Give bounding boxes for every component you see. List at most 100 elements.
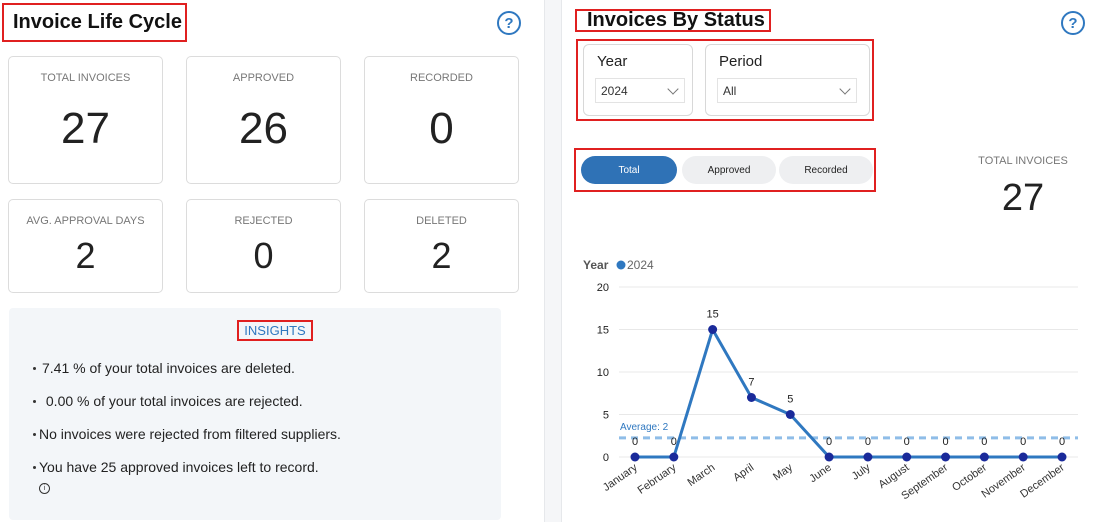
stat-label: APPROVED: [232, 72, 295, 84]
y-tick-label: 20: [597, 282, 609, 294]
data-point[interactable]: [669, 452, 679, 462]
data-label: 0: [904, 436, 910, 448]
y-tick-label: 10: [597, 367, 609, 379]
bullet-icon: [33, 432, 36, 436]
data-point[interactable]: [1018, 452, 1028, 462]
invoice-life-cycle-title: Invoice Life Cycle: [2, 3, 187, 42]
data-label: 7: [748, 377, 754, 389]
status-toggle-group: Total Approved Recorded: [574, 148, 876, 192]
data-label: 15: [707, 309, 719, 321]
stat-value: 2: [75, 235, 96, 276]
stat-label: AVG. APPROVAL DAYS: [26, 215, 145, 227]
x-tick-label: April: [731, 462, 756, 484]
period-select-value: All: [723, 83, 737, 98]
data-point[interactable]: [979, 452, 989, 462]
y-tick-label: 5: [603, 410, 609, 422]
data-label: 5: [787, 394, 793, 406]
insight-text: No invoices were rejected from filtered …: [39, 426, 341, 442]
data-label: 0: [981, 436, 987, 448]
stat-label: TOTAL INVOICES: [40, 72, 131, 84]
help-icon[interactable]: ?: [497, 11, 521, 35]
data-label: 0: [865, 436, 871, 448]
stat-value: 27: [61, 104, 110, 153]
invoices-by-status-title: Invoices By Status: [575, 9, 771, 32]
data-label: 0: [632, 436, 638, 448]
year-filter: Year 2024: [583, 44, 693, 116]
stat-value: 0: [429, 104, 454, 153]
stat-card-rejected: REJECTED 0: [186, 199, 341, 293]
data-point[interactable]: [941, 452, 951, 462]
insight-item: You have 25 approved invoices left to re…: [33, 459, 319, 475]
stat-value: 2: [431, 235, 452, 276]
insight-item: No invoices were rejected from filtered …: [33, 426, 341, 442]
data-label: 0: [671, 436, 677, 448]
x-tick-label: June: [807, 462, 833, 486]
data-point[interactable]: [824, 452, 834, 462]
year-select-value: 2024: [601, 83, 628, 98]
insight-text: You have 25 approved invoices left to re…: [39, 459, 319, 475]
data-label: 0: [1059, 436, 1065, 448]
stat-card-approved: APPROVED 26: [186, 56, 341, 184]
insights-title: INSIGHTS: [237, 320, 313, 341]
stat-label: RECORDED: [410, 72, 473, 84]
x-axis: JanuaryFebruary March April May June July Augu…: [601, 461, 1067, 502]
stat-value: 26: [239, 104, 288, 153]
x-tick-label: July: [850, 461, 873, 482]
data-point[interactable]: [746, 393, 756, 402]
insight-item: 0.00 % of your total invoices are reject…: [33, 393, 303, 409]
bullet-icon: [33, 366, 36, 370]
year-filter-label: Year: [597, 53, 628, 70]
info-icon[interactable]: i: [39, 483, 50, 494]
insight-item: 7.41 % of your total invoices are delete…: [33, 360, 295, 376]
dashboard: Invoice Life Cycle ? TOTAL INVOICES 27 A…: [0, 0, 1103, 522]
filters-group: Year 2024 Period All: [576, 39, 874, 121]
invoices-line-chart: Year 2024 05101520 Average: 2 0 015750 0 0 0…: [583, 258, 1078, 502]
stat-label: REJECTED: [234, 215, 293, 227]
help-icon[interactable]: ?: [1061, 11, 1085, 35]
x-tick-label: January: [601, 461, 640, 494]
x-tick-label: February: [636, 461, 679, 496]
legend-title: Year: [583, 258, 609, 272]
toggle-total[interactable]: Total: [581, 156, 677, 184]
stat-label: DELETED: [416, 215, 467, 227]
bullet-icon: [33, 465, 36, 469]
period-filter-label: Period: [719, 53, 763, 70]
stat-card-avg-approval-days: AVG. APPROVAL DAYS 2: [8, 199, 163, 293]
insights-panel: INSIGHTS 7.41 % of your total invoices a…: [9, 308, 501, 520]
average-line-group: Average: 2: [619, 422, 1078, 440]
total-invoices-label: TOTAL INVOICES: [978, 155, 1068, 167]
y-tick-label: 15: [597, 325, 609, 337]
bullet-icon: [33, 399, 36, 403]
stat-value: 0: [253, 235, 274, 276]
data-point[interactable]: [785, 410, 795, 419]
x-tick-label: May: [771, 461, 795, 483]
data-point[interactable]: [1057, 452, 1067, 462]
toggle-recorded[interactable]: Recorded: [779, 156, 873, 184]
chevron-down-icon: [839, 83, 851, 95]
x-tick-label: December: [1018, 461, 1067, 500]
toggle-approved[interactable]: Approved: [682, 156, 776, 184]
y-tick-label: 0: [603, 452, 609, 464]
grid: [619, 286, 1078, 458]
stat-card-deleted: DELETED 2: [364, 199, 519, 293]
period-select[interactable]: All: [717, 78, 857, 103]
legend-marker[interactable]: [616, 260, 626, 270]
data-label: 0: [826, 436, 832, 448]
period-filter: Period All: [705, 44, 870, 116]
panel-divider: [544, 0, 562, 522]
data-point[interactable]: [863, 452, 873, 462]
average-label: Average: 2: [620, 422, 669, 433]
data-label: 0: [1020, 436, 1026, 448]
data-label: 0: [942, 436, 948, 448]
legend-label[interactable]: 2024: [627, 258, 654, 272]
year-select[interactable]: 2024: [595, 78, 685, 103]
stat-card-total-invoices: TOTAL INVOICES 27: [8, 56, 163, 184]
insight-text: 0.00 % of your total invoices are reject…: [42, 393, 303, 409]
total-invoices-value: 27: [1001, 177, 1045, 219]
chevron-down-icon: [667, 83, 679, 95]
y-axis: 0 5 10 15 20: [597, 282, 609, 464]
data-point[interactable]: [708, 325, 718, 334]
data-point[interactable]: [902, 452, 912, 462]
data-point[interactable]: [630, 452, 640, 462]
insight-text: 7.41 % of your total invoices are delete…: [42, 360, 295, 376]
